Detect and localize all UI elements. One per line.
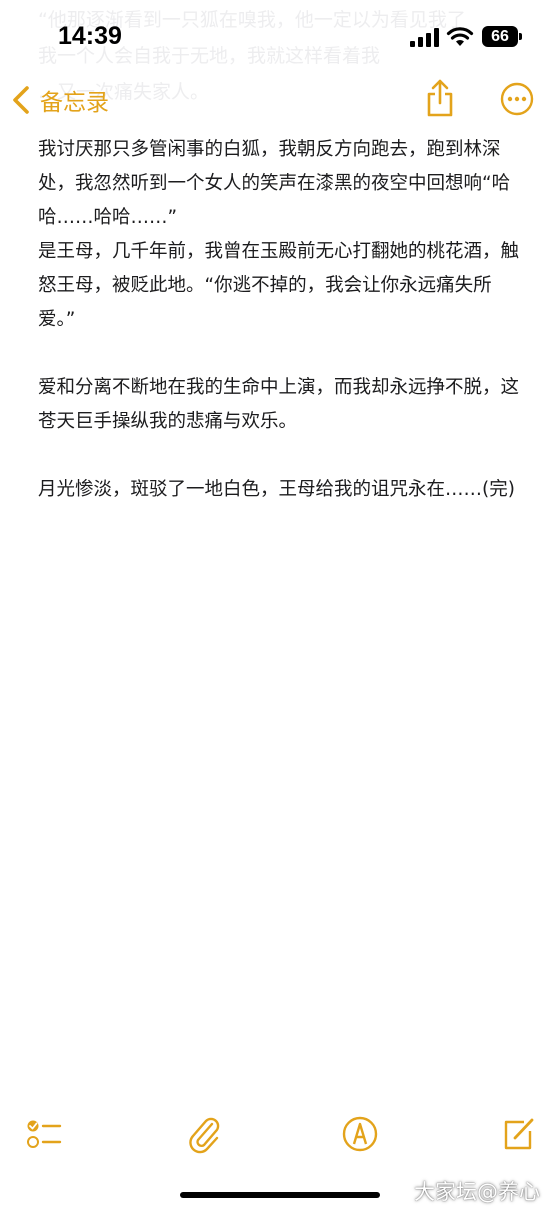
note-paragraph: 是王母，几千年前，我曾在玉殿前无心打翻她的桃花酒，触怒王母，被贬此地。“你逃不掉… bbox=[38, 241, 520, 330]
note-blank-line bbox=[38, 337, 528, 371]
paperclip-icon bbox=[189, 1117, 220, 1154]
share-icon[interactable] bbox=[424, 78, 456, 118]
note-blank-line bbox=[38, 439, 528, 473]
back-label: 备忘录 bbox=[40, 90, 109, 116]
wifi-icon bbox=[446, 27, 474, 46]
bottom-toolbar bbox=[0, 1110, 560, 1156]
markup-button[interactable] bbox=[340, 1114, 380, 1154]
compose-button[interactable] bbox=[498, 1114, 538, 1154]
checklist-icon bbox=[27, 1120, 62, 1148]
status-bar: 14:39 66 bbox=[0, 0, 560, 74]
battery-tip bbox=[519, 33, 522, 40]
note-paragraph: 爱和分离不断地在我的生命中上演，而我却永远挣不脱，这苍天巨手操纵我的悲痛与欢乐。 bbox=[38, 377, 520, 432]
more-icon[interactable] bbox=[500, 82, 534, 116]
home-indicator[interactable] bbox=[180, 1192, 380, 1198]
checklist-button[interactable] bbox=[24, 1114, 64, 1154]
note-paragraph: 我讨厌那只多管闲事的白狐，我朝反方向跑去，跑到林深处，我忽然听到一个女人的笑声在… bbox=[38, 139, 511, 228]
cellular-signal-icon bbox=[410, 28, 439, 47]
attachment-button[interactable] bbox=[184, 1114, 224, 1154]
battery-icon: 66 bbox=[482, 26, 518, 47]
navigation-bar: 备忘录 bbox=[0, 74, 560, 126]
note-paragraph: 月光惨淡，斑驳了一地白色，王母给我的诅咒永在……(完) bbox=[38, 479, 515, 500]
watermark: 大家坛@养心 bbox=[414, 1180, 540, 1204]
status-time: 14:39 bbox=[58, 22, 122, 50]
chevron-left-icon bbox=[13, 86, 29, 114]
note-body[interactable]: 我讨厌那只多管闲事的白狐，我朝反方向跑去，跑到林深处，我忽然听到一个女人的笑声在… bbox=[38, 133, 528, 507]
markup-pen-icon bbox=[342, 1116, 378, 1152]
back-button[interactable]: 备忘录 bbox=[10, 82, 109, 118]
compose-icon bbox=[504, 1118, 534, 1150]
